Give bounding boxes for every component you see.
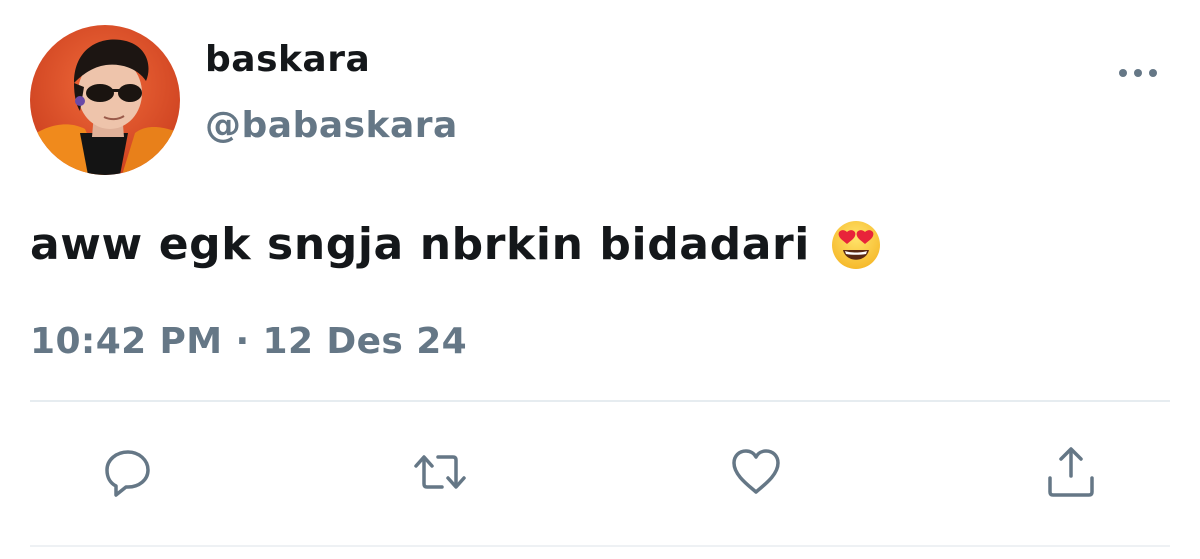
tweet-timestamp[interactable]: 10:42 PM · 12 Des 24 xyxy=(30,320,467,364)
bottom-divider xyxy=(30,545,1170,547)
share-button[interactable] xyxy=(1043,444,1099,500)
user-handle[interactable]: @babaskara xyxy=(205,104,458,148)
avatar[interactable] xyxy=(30,25,180,175)
more-options-icon xyxy=(1119,69,1157,77)
avatar-image xyxy=(30,25,180,175)
tweet-text-body: aww egk sngja nbrkin bidadari xyxy=(30,219,810,270)
more-options-button[interactable] xyxy=(1115,58,1161,88)
tweet-text: aww egk sngja nbrkin bidadari xyxy=(30,217,882,273)
share-icon xyxy=(1048,447,1094,497)
retweet-button[interactable] xyxy=(412,444,468,500)
reply-icon xyxy=(105,450,150,497)
heart-eyes-emoji-icon xyxy=(830,219,882,271)
divider xyxy=(30,400,1170,402)
heart-icon xyxy=(732,449,780,494)
retweet-icon xyxy=(414,455,466,489)
tweet-date: 12 Des 24 xyxy=(262,321,468,362)
like-button[interactable] xyxy=(728,444,784,500)
timestamp-separator: · xyxy=(235,321,250,362)
reply-button[interactable] xyxy=(100,444,156,500)
tweet-time: 10:42 PM xyxy=(30,321,223,362)
display-name[interactable]: baskara xyxy=(205,38,370,82)
tweet-card: baskara @babaskara aww egk sngja nbrkin … xyxy=(0,0,1200,559)
